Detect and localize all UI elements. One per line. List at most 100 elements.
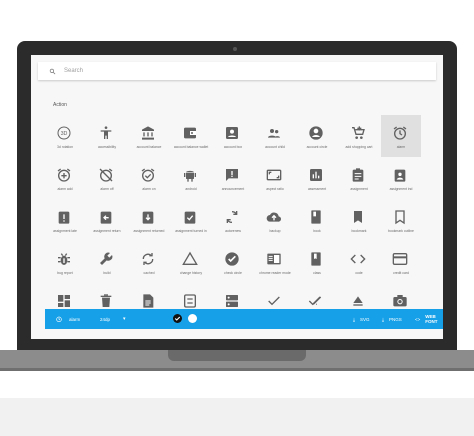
background-strip — [0, 398, 474, 436]
icon-tile-assignment-late[interactable]: assignment late — [45, 199, 85, 241]
icon-tile-change-history[interactable]: change history — [171, 241, 211, 283]
icon-tile-alarm[interactable]: alarm — [381, 115, 421, 157]
add-shopping-cart-icon — [350, 125, 366, 141]
icon-label: code — [355, 271, 363, 275]
webcam — [233, 47, 237, 51]
icon-tile-bookmark-outline[interactable]: bookmark outline — [381, 199, 421, 241]
search-input[interactable]: Search — [64, 68, 83, 74]
accessibility-icon — [98, 125, 114, 141]
account-circle-icon — [308, 125, 324, 141]
icon-label: assignment ind — [389, 187, 413, 191]
alarm-add-icon — [56, 167, 72, 183]
svg-label: SVG — [360, 316, 370, 322]
icon-tile-assessment[interactable]: assessment — [297, 157, 337, 199]
change-history-icon — [182, 251, 198, 267]
check-circle-icon — [224, 251, 240, 267]
icon-label: account circle — [306, 145, 328, 149]
backup-icon — [266, 209, 282, 225]
icon-label: account balance wallet — [173, 145, 209, 149]
icon-label: assignment turned in — [175, 229, 207, 233]
assignment-late-icon — [56, 209, 72, 225]
icon-tile-alarm-on[interactable]: alarm on — [129, 157, 169, 199]
icon-tile-alarm-off[interactable]: alarm off — [87, 157, 127, 199]
icon-tile-alarm-add[interactable]: alarm add — [45, 157, 85, 199]
icon-tile-3d-rotation[interactable]: 3D 3d rotation — [45, 115, 85, 157]
laptop-base-edge — [0, 368, 474, 371]
svg-text:3D: 3D — [61, 131, 68, 137]
icon-tile-assignment-returned[interactable]: assignment returned — [129, 199, 169, 241]
icon-label: assignment late — [53, 229, 77, 233]
icon-label: bug report — [57, 271, 73, 275]
bookmark-icon — [350, 209, 366, 225]
icon-tile-check-circle[interactable]: check circle — [213, 241, 253, 283]
assignment-returned-icon — [140, 209, 156, 225]
web-font-button[interactable]: <> WEB FONT — [415, 309, 443, 329]
icon-label: aspect ratio — [266, 187, 284, 191]
chrome-reader-mode-icon — [266, 251, 282, 267]
icon-label: account balance — [136, 145, 162, 149]
code-icon — [350, 251, 366, 267]
icon-tile-assignment-return[interactable]: assignment return — [87, 199, 127, 241]
icon-tile-add-shopping-cart[interactable]: add shopping cart — [339, 115, 379, 157]
icon-tile-account-circle[interactable]: account circle — [297, 115, 337, 157]
icon-tile-book[interactable]: book — [297, 199, 337, 241]
icon-tile-bug-report[interactable]: bug report — [45, 241, 85, 283]
account-balance-wallet-icon — [182, 125, 198, 141]
alarm-on-icon — [140, 167, 156, 183]
icon-tile-assignment-turned-in[interactable]: assignment turned in — [171, 199, 211, 241]
screen: Search Action 3D 3d rotation accessibility… — [31, 55, 443, 339]
icon-tile-account-balance[interactable]: account balance — [129, 115, 169, 157]
icon-tile-autorenew[interactable]: autorenew — [213, 199, 253, 241]
assignment-return-icon — [98, 209, 114, 225]
icon-tile-accessibility[interactable]: accessibility — [87, 115, 127, 157]
icon-tile-class[interactable]: class — [297, 241, 337, 283]
icon-label: backup — [269, 229, 281, 233]
icon-label: chrome reader mode — [259, 271, 291, 275]
icon-tile-account-balance-wallet[interactable]: account balance wallet — [171, 115, 211, 157]
icon-label: assignment returned — [133, 229, 165, 233]
icon-tile-cached[interactable]: cached — [129, 241, 169, 283]
android-icon — [182, 167, 198, 183]
icon-tile-android[interactable]: android — [171, 157, 211, 199]
icon-label: class — [313, 271, 321, 275]
code-icon: <> — [415, 316, 421, 322]
announcement-icon — [224, 167, 240, 183]
account-balance-icon — [140, 125, 156, 141]
icon-tile-aspect-ratio[interactable]: aspect ratio — [255, 157, 295, 199]
icon-tile-credit-card[interactable]: credit card — [381, 241, 421, 283]
icon-tile-assignment-ind[interactable]: assignment ind — [381, 157, 421, 199]
credit-card-icon — [392, 251, 408, 267]
icon-tile-chrome-reader-mode[interactable]: chrome reader mode — [255, 241, 295, 283]
icon-tile-build[interactable]: build — [87, 241, 127, 283]
done-icon — [266, 293, 282, 309]
icon-tile-account-child[interactable]: account child — [255, 115, 295, 157]
icon-label: book — [313, 229, 321, 233]
account-box-icon — [224, 125, 240, 141]
icon-tile-account-box[interactable]: account box — [213, 115, 253, 157]
download-svg-button[interactable]: ⤓ SVG — [353, 309, 370, 329]
icon-label: assignment — [350, 187, 368, 191]
icon-tile-backup[interactable]: backup — [255, 199, 295, 241]
bookmark-outline-icon — [392, 209, 408, 225]
icon-label: credit card — [393, 271, 409, 275]
size-dropdown[interactable]: 24dp ▾ — [100, 309, 126, 329]
icon-tile-announcement[interactable]: announcement — [213, 157, 253, 199]
search-icon — [49, 68, 56, 74]
light-swatch[interactable] — [188, 314, 197, 323]
icon-label: add shopping cart — [345, 145, 373, 149]
build-icon — [98, 251, 114, 267]
download-png-button[interactable]: ⤓ PNGS — [382, 309, 402, 329]
icon-tile-code[interactable]: code — [339, 241, 379, 283]
download-icon: ⤓ — [382, 316, 384, 322]
icon-tile-bookmark[interactable]: bookmark — [339, 199, 379, 241]
search-box[interactable]: Search — [38, 62, 436, 80]
icon-label: bookmark outline — [388, 229, 414, 233]
assignment-icon — [350, 167, 366, 183]
icon-label: alarm on — [142, 187, 156, 191]
icon-tile-assignment[interactable]: assignment — [339, 157, 379, 199]
download-icon: ⤓ — [353, 316, 355, 322]
class-icon — [308, 251, 324, 267]
aspect-ratio-icon — [266, 167, 282, 183]
dark-swatch[interactable] — [173, 314, 182, 323]
png-label: PNGS — [389, 316, 402, 322]
